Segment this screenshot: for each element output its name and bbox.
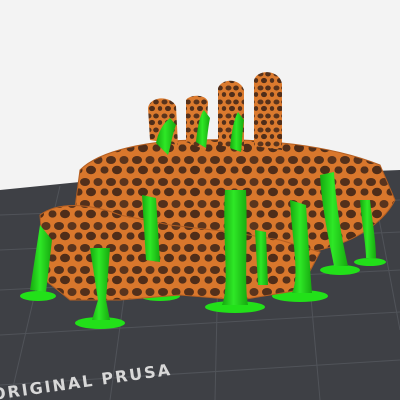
3d-viewport[interactable]: ORIGINAL PRUSA (0, 0, 400, 400)
scene-canvas[interactable]: ORIGINAL PRUSA (0, 0, 400, 400)
